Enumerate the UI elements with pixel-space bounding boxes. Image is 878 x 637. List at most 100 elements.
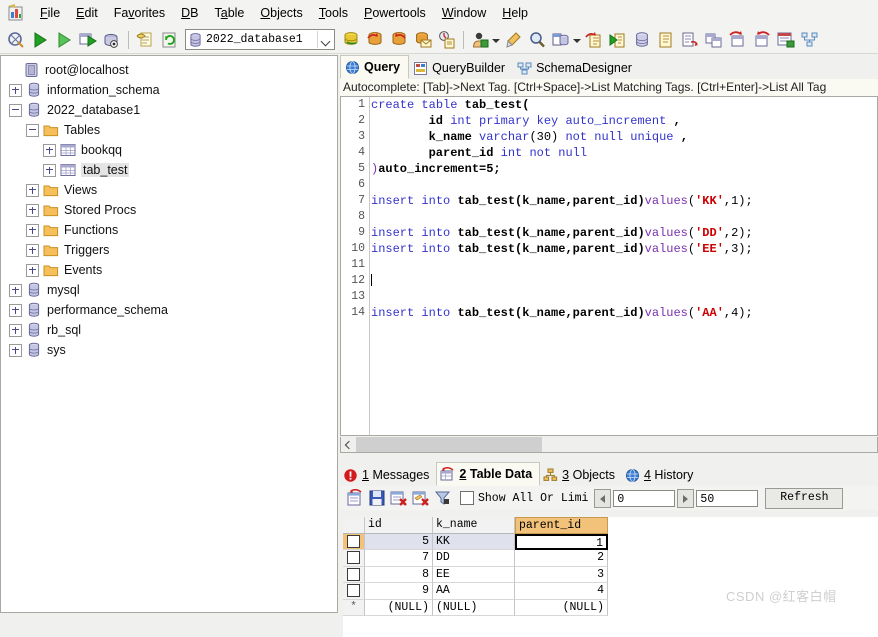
cell-id[interactable]: (NULL) xyxy=(365,599,433,616)
collapse-minus-icon[interactable] xyxy=(9,103,22,117)
cell-id[interactable]: 7 xyxy=(365,550,433,567)
cell-k-name[interactable]: DD xyxy=(433,550,515,567)
tree-node-bookqq[interactable]: bookqq xyxy=(5,140,337,160)
row-selector-cell[interactable] xyxy=(343,550,365,567)
tab-messages[interactable]: 1 Messages xyxy=(340,464,436,486)
execute-query-to-grid-icon[interactable] xyxy=(78,30,98,50)
row-selector-cell[interactable] xyxy=(343,533,365,550)
tree-node-2022-database1[interactable]: 2022_database1 xyxy=(5,100,337,120)
object-browser-tree[interactable]: root@localhost information_schema 2022_dat… xyxy=(0,55,338,613)
tree-node-mysql[interactable]: mysql xyxy=(5,280,337,300)
cell-parent-id[interactable]: 3 xyxy=(515,566,608,583)
row-checkbox[interactable] xyxy=(347,534,360,548)
tree-node-performance-schema[interactable]: performance_schema xyxy=(5,300,337,320)
offset-input[interactable]: 0 xyxy=(613,489,676,507)
menu-item-favorites[interactable]: Favorites xyxy=(106,3,173,23)
copy-database-icon[interactable] xyxy=(584,30,604,50)
cell-k-name[interactable]: AA xyxy=(433,583,515,600)
row-checkbox[interactable] xyxy=(347,584,360,598)
grid-header-id[interactable]: id xyxy=(365,517,433,534)
restore-from-sql-dump-icon[interactable] xyxy=(365,30,385,50)
tree-node-functions[interactable]: Functions xyxy=(5,220,337,240)
find-icon[interactable] xyxy=(527,30,547,50)
refresh-button[interactable]: Refresh xyxy=(765,487,844,509)
tab-schemadesigner[interactable]: SchemaDesigner xyxy=(513,57,640,79)
chevron-down-icon[interactable] xyxy=(317,31,334,48)
delete-row-icon[interactable] xyxy=(390,489,408,507)
expand-plus-icon[interactable] xyxy=(26,203,39,217)
expand-plus-icon[interactable] xyxy=(9,283,22,297)
expand-plus-icon[interactable] xyxy=(9,303,22,317)
tree-node-rb-sql[interactable]: rb_sql xyxy=(5,320,337,340)
filter-icon[interactable] xyxy=(434,489,452,507)
expand-plus-icon[interactable] xyxy=(9,343,22,357)
tree-node-events[interactable]: Events xyxy=(5,260,337,280)
cell-k-name[interactable]: KK xyxy=(433,533,515,550)
cell-parent-id[interactable]: 4 xyxy=(515,583,608,600)
cell-id[interactable]: 8 xyxy=(365,566,433,583)
menu-item-window[interactable]: Window xyxy=(434,3,494,23)
row-checkbox[interactable] xyxy=(347,567,360,581)
user-manager-dropdown-arrow[interactable] xyxy=(492,30,500,50)
tab-objects[interactable]: 3 Objects xyxy=(540,464,622,486)
table-row[interactable]: 7 DD 2 xyxy=(343,550,878,567)
show-all-checkbox[interactable] xyxy=(460,491,474,505)
previous-page-button[interactable] xyxy=(594,488,612,508)
view-data-icon[interactable] xyxy=(346,488,364,507)
menu-item-powertools[interactable]: Powertools xyxy=(356,3,434,23)
query-to-file-icon[interactable] xyxy=(680,30,700,50)
tree-node-information-schema[interactable]: information_schema xyxy=(5,80,337,100)
limit-input[interactable]: 50 xyxy=(696,489,759,507)
expand-plus-icon[interactable] xyxy=(26,243,39,257)
collapse-minus-icon[interactable] xyxy=(26,123,39,137)
tree-node-views[interactable]: Views xyxy=(5,180,337,200)
result-data-grid[interactable]: id k_name parent_id 5 KK 1 7 DD 2 8 EE 3 9 AA 4 * (NU… xyxy=(343,517,878,637)
tab-table-data[interactable]: 2 Table Data xyxy=(436,462,541,486)
menu-item-objects[interactable]: Objects xyxy=(252,3,310,23)
tree-node-tables[interactable]: Tables xyxy=(5,120,337,140)
menu-item-table[interactable]: Table xyxy=(207,3,253,23)
row-selector-cell[interactable] xyxy=(343,583,365,600)
table-row[interactable]: 5 KK 1 xyxy=(343,533,878,550)
new-table-icon[interactable] xyxy=(704,30,724,50)
menu-item-edit[interactable]: Edit xyxy=(68,3,106,23)
tree-node-root-localhost[interactable]: root@localhost xyxy=(5,60,337,80)
expand-plus-icon[interactable] xyxy=(9,83,22,97)
cell-parent-id[interactable]: 1 xyxy=(515,533,608,550)
export-as-email-icon[interactable] xyxy=(413,30,433,50)
expand-plus-icon[interactable] xyxy=(26,263,39,277)
row-selector-cell[interactable] xyxy=(343,566,365,583)
row-checkbox[interactable] xyxy=(347,551,360,565)
schedule-backup-icon[interactable] xyxy=(437,30,457,50)
execute-current-query-icon[interactable] xyxy=(54,30,74,50)
database-sync-dropdown-arrow[interactable] xyxy=(573,30,581,50)
editor-horizontal-scrollbar[interactable] xyxy=(340,437,878,453)
table-diagnostics-icon[interactable] xyxy=(776,30,796,50)
paste-icon[interactable] xyxy=(656,30,676,50)
cell-parent-id[interactable]: (NULL) xyxy=(515,599,608,616)
tree-node-triggers[interactable]: Triggers xyxy=(5,240,337,260)
tree-node-sys[interactable]: sys xyxy=(5,340,337,360)
menu-item-help[interactable]: Help xyxy=(494,3,536,23)
sql-code[interactable]: create table tab_test( id int primary ke… xyxy=(371,97,877,435)
cell-parent-id[interactable]: 2 xyxy=(515,550,608,567)
stop-query-icon[interactable] xyxy=(102,30,122,50)
flush-icon[interactable] xyxy=(503,30,523,50)
expand-plus-icon[interactable] xyxy=(26,223,39,237)
user-manager-icon[interactable] xyxy=(470,30,490,50)
backup-database-icon[interactable] xyxy=(389,30,409,50)
menu-item-file[interactable]: File xyxy=(32,3,68,23)
run-script-icon[interactable] xyxy=(608,30,628,50)
menu-item-db[interactable]: DB xyxy=(173,3,206,23)
save-changes-icon[interactable] xyxy=(368,489,386,507)
cell-id[interactable]: 9 xyxy=(365,583,433,600)
expand-plus-icon[interactable] xyxy=(43,163,56,177)
table-row[interactable]: 8 EE 3 xyxy=(343,566,878,583)
tree-node-tab-test[interactable]: tab_test xyxy=(5,160,337,180)
refresh-icon[interactable] xyxy=(159,30,179,50)
menu-item-tools[interactable]: Tools xyxy=(311,3,356,23)
new-connection-icon[interactable] xyxy=(6,30,26,50)
discard-changes-icon[interactable] xyxy=(412,489,430,507)
truncate-table-icon[interactable] xyxy=(752,30,772,50)
alter-table-icon[interactable] xyxy=(728,30,748,50)
